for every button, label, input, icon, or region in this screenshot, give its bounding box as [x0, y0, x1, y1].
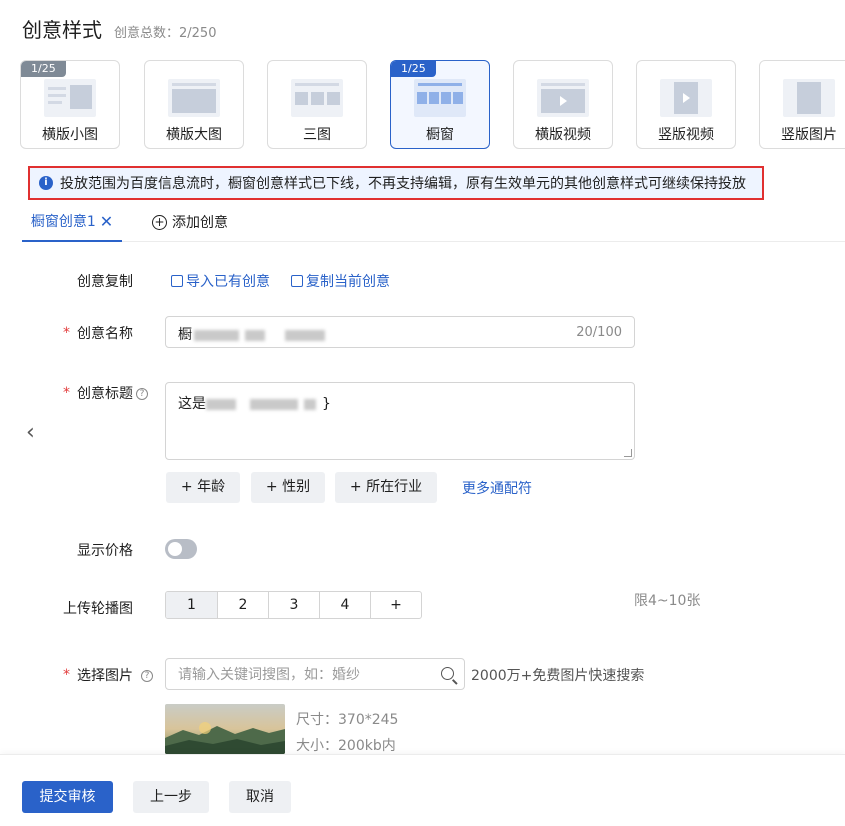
help-icon[interactable]: ?: [136, 388, 148, 400]
style-card-horizontal-small[interactable]: 1/25 横版小图: [20, 60, 120, 149]
wildcard-gender-button[interactable]: + 性别: [251, 472, 325, 503]
style-card-label: 竖版图片: [781, 127, 837, 143]
chevron-left-icon[interactable]: ‹: [26, 420, 35, 445]
more-wildcards-link[interactable]: 更多通配符: [462, 478, 532, 498]
info-icon: i: [39, 176, 53, 190]
creative-tabs: 橱窗创意1 ✕ + 添加创意: [22, 202, 845, 242]
style-card-showcase[interactable]: 1/25 橱窗: [390, 60, 490, 149]
submit-review-button[interactable]: 提交审核: [22, 781, 113, 813]
import-creative-link[interactable]: 导入已有创意: [171, 271, 270, 291]
show-price-label: 显示价格: [77, 543, 133, 559]
tab-label: 橱窗创意1: [30, 214, 96, 230]
horizontal-large-thumb-icon: [168, 79, 220, 117]
image-search-box: [165, 658, 465, 690]
required-mark: *: [63, 385, 70, 401]
show-price-toggle[interactable]: [165, 539, 197, 559]
previous-step-button[interactable]: 上一步: [133, 781, 209, 813]
style-card-vertical-image[interactable]: 竖版图片: [759, 60, 845, 149]
carousel-upload-label: 上传轮播图: [63, 601, 133, 617]
carousel-option-1[interactable]: 1: [166, 592, 217, 618]
vertical-image-thumb-icon: [783, 79, 835, 117]
add-creative-button[interactable]: + 添加创意: [152, 202, 228, 242]
style-card-list: 1/25 横版小图 横版大图 三图 1/25 橱窗 横版视频 竖版视频 竖版图片: [20, 60, 845, 150]
form-footer: 提交审核 上一步 取消: [0, 754, 845, 826]
cancel-button[interactable]: 取消: [229, 781, 291, 813]
creative-copy-label: 创意复制: [77, 274, 133, 290]
style-card-label: 橱窗: [426, 127, 454, 143]
image-search-input[interactable]: [178, 665, 428, 685]
style-card-horizontal-video[interactable]: 横版视频: [513, 60, 613, 149]
carousel-option-3[interactable]: 3: [268, 592, 319, 618]
creative-title-label: 创意标题?: [77, 383, 148, 403]
usage-badge: 1/25: [21, 61, 66, 77]
style-card-three-images[interactable]: 三图: [267, 60, 367, 149]
wildcard-age-button[interactable]: + 年龄: [166, 472, 240, 503]
style-card-label: 竖版视频: [658, 127, 714, 143]
creative-title-textarea[interactable]: 这是}: [165, 382, 635, 460]
selected-image-thumbnail[interactable]: [165, 704, 285, 754]
required-mark: *: [63, 325, 70, 341]
style-card-horizontal-large[interactable]: 横版大图: [144, 60, 244, 149]
offline-notice-alert: i 投放范围为百度信息流时，橱窗创意样式已下线，不再支持编辑，原有生效单元的其他…: [28, 166, 764, 200]
three-images-thumb-icon: [291, 79, 343, 117]
import-icon: [171, 275, 183, 287]
creative-title-value: 这是}: [178, 396, 331, 412]
name-value-text: 橱: [178, 327, 192, 343]
page-title: 创意样式: [22, 18, 102, 42]
creative-name-label: 创意名称: [77, 326, 133, 342]
usage-badge: 1/25: [391, 61, 436, 77]
tab-showcase-creative-1[interactable]: 橱窗创意1 ✕: [22, 202, 122, 242]
image-filesize-text: 大小：200kb内: [296, 738, 396, 754]
carousel-option-4[interactable]: 4: [319, 592, 370, 618]
landscape-image: [165, 704, 285, 754]
char-counter: 20/100: [576, 325, 622, 340]
image-search-tip: 2000万+免费图片快速搜索: [471, 668, 645, 684]
title-value-text: 这是: [178, 396, 206, 412]
copy-icon: [291, 275, 303, 287]
showcase-thumb-icon: [414, 79, 466, 117]
creative-name-value: 橱: [178, 324, 331, 344]
horizontal-video-thumb-icon: [537, 79, 589, 117]
creative-name-input[interactable]: 橱 20/100: [165, 316, 635, 348]
style-card-label: 横版大图: [166, 127, 222, 143]
resize-handle[interactable]: [624, 449, 632, 457]
copy-current-creative-link[interactable]: 复制当前创意: [291, 271, 390, 291]
style-card-label: 横版小图: [42, 127, 98, 143]
search-icon[interactable]: [441, 667, 454, 680]
close-icon[interactable]: ✕: [100, 212, 113, 231]
import-creative-text: 导入已有创意: [186, 274, 270, 290]
copy-current-text: 复制当前创意: [306, 274, 390, 290]
plus-circle-icon: +: [152, 214, 167, 230]
carousel-count-selector: 1 2 3 4 +: [165, 591, 422, 619]
image-size-text: 尺寸：370*245: [296, 712, 399, 728]
creative-count: 创意总数：2/250: [114, 26, 217, 41]
required-mark: *: [63, 667, 70, 683]
style-card-vertical-video[interactable]: 竖版视频: [636, 60, 736, 149]
select-image-label: 选择图片?: [77, 665, 153, 685]
carousel-limit-hint: 限4~10张: [634, 593, 701, 609]
horizontal-small-thumb-icon: [44, 79, 96, 117]
style-card-label: 横版视频: [535, 127, 591, 143]
alert-text: 投放范围为百度信息流时，橱窗创意样式已下线，不再支持编辑，原有生效单元的其他创意…: [60, 176, 746, 192]
carousel-add-button[interactable]: +: [370, 592, 421, 618]
style-card-label: 三图: [303, 127, 331, 143]
add-creative-label: 添加创意: [172, 215, 228, 231]
toggle-knob: [168, 542, 182, 556]
vertical-video-thumb-icon: [660, 79, 712, 117]
carousel-option-2[interactable]: 2: [217, 592, 268, 618]
page-header: 创意样式 创意总数：2/250: [22, 14, 216, 43]
wildcard-industry-button[interactable]: + 所在行业: [335, 472, 437, 503]
help-icon[interactable]: ?: [141, 670, 153, 682]
